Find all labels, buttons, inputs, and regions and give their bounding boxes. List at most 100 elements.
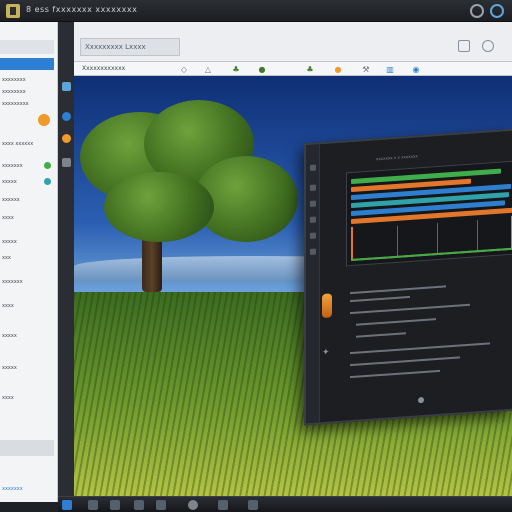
sidebar-footer-link[interactable]: xxxxxxx bbox=[2, 486, 23, 492]
app-tool-icon[interactable] bbox=[310, 164, 316, 171]
status-dot-icon bbox=[44, 162, 51, 169]
sidebar-item-label: xxxx bbox=[2, 215, 14, 221]
sidebar-item-label: xxxx xxxxxx bbox=[2, 141, 34, 147]
text-line bbox=[350, 369, 440, 379]
app-window[interactable]: xxxxxxx x x xxxxxxx ✦ bbox=[304, 128, 512, 426]
flag-icon[interactable]: ♣ bbox=[304, 63, 316, 75]
sidebar-item-label: xxxxx bbox=[2, 179, 17, 185]
sidebar-footer bbox=[0, 440, 54, 456]
brand-label: Xxxxxxxxx Lxxxx bbox=[85, 43, 146, 51]
bookmark-icon[interactable] bbox=[62, 82, 71, 91]
app-tool-icon[interactable] bbox=[310, 200, 316, 207]
text-line bbox=[350, 342, 490, 355]
sidebar-item[interactable]: xxxxxxx bbox=[2, 278, 23, 286]
sidebar-item-label: xxxxx bbox=[2, 333, 17, 339]
pin-icon[interactable]: ◇ bbox=[178, 63, 190, 75]
sidebar-item[interactable]: xxxxx bbox=[2, 364, 17, 372]
tool-icon[interactable]: ⚒ bbox=[360, 63, 372, 75]
globe-icon[interactable] bbox=[62, 112, 71, 121]
sidebar-item[interactable]: xxxxxx bbox=[2, 196, 20, 204]
sidebar-item[interactable]: xxxxxxxxx bbox=[2, 100, 29, 108]
sparkle-icon: ✦ bbox=[322, 347, 330, 359]
character-icon[interactable] bbox=[322, 293, 332, 319]
sidebar-item-label: xxxxxx bbox=[2, 197, 20, 203]
sidebar-item-label: xxxxxxx bbox=[2, 163, 23, 169]
app-tool-icon[interactable] bbox=[310, 232, 316, 239]
sidebar-item-label: xxxxxxxx bbox=[2, 77, 26, 83]
sidebar-item-label: xxxx bbox=[2, 303, 14, 309]
sidebar-item[interactable]: xxxx bbox=[2, 302, 14, 310]
sidebar-item[interactable]: xxxx bbox=[2, 394, 14, 402]
sidebar-item-label: xxxxxxxx bbox=[2, 89, 26, 95]
timeline-panel[interactable] bbox=[346, 160, 512, 267]
sidebar-item[interactable]: xxx bbox=[2, 254, 11, 262]
window-controls bbox=[470, 4, 504, 18]
app-footer-icon[interactable] bbox=[418, 396, 424, 404]
sidebar-item[interactable]: xxxxxxxx bbox=[2, 76, 26, 84]
refresh-icon[interactable] bbox=[482, 40, 494, 52]
sidebar-item-label: xxxxxxx bbox=[2, 279, 23, 285]
sidebar-item-label: xxxx bbox=[2, 395, 14, 401]
taskbar-app-icon[interactable] bbox=[188, 500, 198, 510]
leaf-icon[interactable]: ♣ bbox=[230, 63, 242, 75]
sidebar-item[interactable]: xxxx xxxxxx bbox=[2, 140, 33, 148]
text-line bbox=[356, 318, 436, 326]
taskbar bbox=[58, 496, 512, 512]
toolbar: Xxxxxxxxx Lxxxx bbox=[74, 22, 512, 62]
notification-badge[interactable] bbox=[38, 114, 50, 126]
sidebar-item[interactable]: xxxxx bbox=[2, 238, 17, 246]
sidebar-item-label: xxxxx bbox=[2, 239, 17, 245]
taskbar-app-icon[interactable] bbox=[110, 500, 120, 510]
sidebar-header bbox=[0, 40, 54, 54]
orange-circle-icon[interactable]: ● bbox=[332, 63, 344, 75]
taskbar-app-icon[interactable] bbox=[88, 500, 98, 510]
app-tool-icon[interactable] bbox=[310, 184, 316, 191]
secondary-toolbar: Xxxxxxxxxxxx ◇ △ ♣ ● ♣ ● ⚒ ▥ ◉ bbox=[74, 62, 512, 76]
wallpaper-tree-canopy bbox=[104, 172, 214, 242]
grid-tick bbox=[437, 222, 438, 254]
leaf-icon[interactable]: ● bbox=[256, 63, 268, 75]
wallpaper-tree-trunk bbox=[142, 236, 162, 292]
start-icon[interactable] bbox=[62, 500, 72, 510]
power-icon[interactable] bbox=[490, 4, 504, 18]
sidebar-item[interactable]: xxxxxxxx bbox=[2, 88, 26, 96]
sidebar-item-label: xxxxx bbox=[2, 365, 17, 371]
app-window-toolbar bbox=[306, 144, 320, 424]
orange-circle-icon[interactable] bbox=[62, 134, 71, 143]
desktop-wallpaper: xxxxxxx x x xxxxxxx ✦ bbox=[74, 76, 512, 496]
sidebar: xxxxxxxx xxxxxxxx xxxxxxxxx xxxx xxxxxx … bbox=[0, 22, 58, 502]
sidebar-item-selected[interactable] bbox=[0, 58, 54, 70]
app-window-heading: xxxxxxx x x xxxxxxx bbox=[376, 153, 418, 162]
status-dot-icon bbox=[44, 178, 51, 185]
grid-tick bbox=[477, 220, 478, 251]
app-tool-icon[interactable] bbox=[310, 248, 316, 255]
system-title-bar: 8 ess fxxxxxxx xxxxxxxx bbox=[0, 0, 512, 22]
sidebar-item-label: xxx bbox=[2, 255, 11, 261]
arrow-icon[interactable]: △ bbox=[202, 63, 214, 75]
text-line bbox=[350, 295, 410, 303]
image-icon[interactable] bbox=[458, 40, 470, 52]
subbar-label: Xxxxxxxxxxxx bbox=[82, 65, 126, 72]
taskbar-app-icon[interactable] bbox=[218, 500, 228, 510]
taskbar-app-icon[interactable] bbox=[156, 500, 166, 510]
taskbar-app-icon[interactable] bbox=[134, 500, 144, 510]
text-line bbox=[350, 303, 470, 315]
text-line bbox=[350, 285, 446, 295]
text-line bbox=[350, 356, 460, 367]
app-tool-icon[interactable] bbox=[310, 216, 316, 223]
globe-icon[interactable]: ◉ bbox=[410, 63, 422, 75]
book-icon[interactable]: ▥ bbox=[384, 63, 396, 75]
icon-rail bbox=[58, 22, 74, 502]
sidebar-item[interactable]: xxxxxxx bbox=[2, 162, 23, 170]
search-icon[interactable] bbox=[470, 4, 484, 18]
sidebar-item[interactable]: xxxxx bbox=[2, 332, 17, 340]
app-brand[interactable]: Xxxxxxxxx Lxxxx bbox=[80, 38, 180, 56]
window-title: 8 ess fxxxxxxx xxxxxxxx bbox=[26, 5, 138, 14]
app-logo-icon[interactable] bbox=[6, 4, 20, 18]
taskbar-app-icon[interactable] bbox=[248, 500, 258, 510]
sidebar-item[interactable]: xxxxx bbox=[2, 178, 17, 186]
grid-tick bbox=[397, 225, 398, 256]
sidebar-item[interactable]: xxxx bbox=[2, 214, 14, 222]
folder-icon[interactable] bbox=[62, 158, 71, 167]
sidebar-item-label: xxxxxxxxx bbox=[2, 101, 29, 107]
